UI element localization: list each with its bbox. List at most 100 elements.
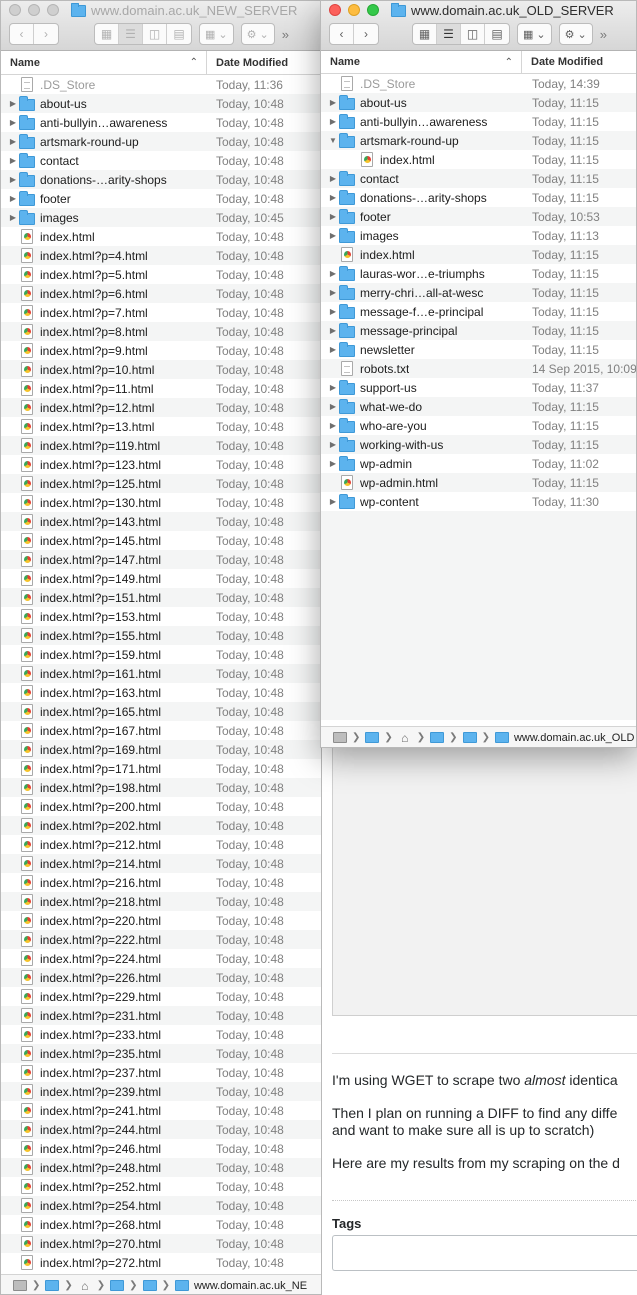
disclosure-collapsed-icon[interactable]: ▶ xyxy=(328,345,338,354)
cover-flow-button[interactable]: ▤ xyxy=(167,24,191,44)
file-row[interactable]: index.html?p=233.html Today, 10:48 xyxy=(1,1025,321,1044)
disclosure-collapsed-icon[interactable]: ▶ xyxy=(8,156,18,165)
file-row[interactable]: index.html?p=153.html Today, 10:48 xyxy=(1,607,321,626)
file-row[interactable]: index.html?p=270.html Today, 10:48 xyxy=(1,1234,321,1253)
folder-row[interactable]: ▶ about-us Today, 11:15 xyxy=(321,93,636,112)
date-column-header[interactable]: Date Modified xyxy=(207,51,288,74)
home-icon[interactable]: ⌂ xyxy=(78,1279,92,1293)
file-row[interactable]: index.html?p=216.html Today, 10:48 xyxy=(1,873,321,892)
minimize-button[interactable] xyxy=(348,4,360,16)
disclosure-collapsed-icon[interactable]: ▶ xyxy=(8,137,18,146)
folder-row[interactable]: ▶ support-us Today, 11:37 xyxy=(321,378,636,397)
file-row[interactable]: index.html?p=130.html Today, 10:48 xyxy=(1,493,321,512)
list-view-button[interactable]: ☰ xyxy=(119,24,143,44)
file-row[interactable]: index.html Today, 11:15 xyxy=(321,150,636,169)
disclosure-collapsed-icon[interactable]: ▶ xyxy=(8,194,18,203)
folder-icon[interactable] xyxy=(174,1280,189,1291)
file-row[interactable]: index.html?p=147.html Today, 10:48 xyxy=(1,550,321,569)
file-row[interactable]: index.html?p=200.html Today, 10:48 xyxy=(1,797,321,816)
folder-row[interactable]: ▶ artsmark-round-up Today, 10:48 xyxy=(1,132,321,151)
window-titlebar[interactable]: www.domain.ac.uk_OLD_SERVER ‹ › ▦ ☰ ◫ ▤ … xyxy=(321,1,636,51)
file-row[interactable]: index.html?p=224.html Today, 10:48 xyxy=(1,949,321,968)
close-button[interactable] xyxy=(9,4,21,16)
path-bar-current[interactable]: www.domain.ac.uk_OLD xyxy=(514,732,634,744)
file-row[interactable]: index.html?p=235.html Today, 10:48 xyxy=(1,1044,321,1063)
file-row[interactable]: index.html?p=155.html Today, 10:48 xyxy=(1,626,321,645)
file-row[interactable]: index.html?p=145.html Today, 10:48 xyxy=(1,531,321,550)
folder-icon[interactable] xyxy=(494,732,509,743)
folder-row[interactable]: ▶ anti-bullyin…awareness Today, 10:48 xyxy=(1,113,321,132)
file-row[interactable]: index.html?p=6.html Today, 10:48 xyxy=(1,284,321,303)
folder-row[interactable]: ▶ lauras-wor…e-triumphs Today, 11:15 xyxy=(321,264,636,283)
folder-row[interactable]: ▶ wp-admin Today, 11:02 xyxy=(321,454,636,473)
folder-row[interactable]: ▶ contact Today, 10:48 xyxy=(1,151,321,170)
folder-row[interactable]: ▶ wp-content Today, 11:30 xyxy=(321,492,636,511)
file-row[interactable]: index.html?p=252.html Today, 10:48 xyxy=(1,1177,321,1196)
user-folder-icon[interactable] xyxy=(45,1280,60,1291)
folder-icon[interactable] xyxy=(142,1280,157,1291)
file-row[interactable]: index.html?p=161.html Today, 10:48 xyxy=(1,664,321,683)
file-row[interactable]: index.html?p=272.html Today, 10:48 xyxy=(1,1253,321,1272)
forward-button[interactable]: › xyxy=(34,24,58,44)
file-row[interactable]: index.html?p=125.html Today, 10:48 xyxy=(1,474,321,493)
file-row[interactable]: index.html?p=171.html Today, 10:48 xyxy=(1,759,321,778)
action-button[interactable]: ⚙ ⌄ xyxy=(240,23,275,45)
file-row[interactable]: .DS_Store Today, 11:36 xyxy=(1,75,321,94)
file-row[interactable]: index.html?p=8.html Today, 10:48 xyxy=(1,322,321,341)
file-row[interactable]: index.html Today, 11:15 xyxy=(321,245,636,264)
list-view-button[interactable]: ☰ xyxy=(437,24,461,44)
file-row[interactable]: index.html?p=149.html Today, 10:48 xyxy=(1,569,321,588)
file-row[interactable]: index.html?p=119.html Today, 10:48 xyxy=(1,436,321,455)
double-chevron-right-icon[interactable]: » xyxy=(600,27,607,42)
file-row[interactable]: index.html?p=246.html Today, 10:48 xyxy=(1,1139,321,1158)
file-row[interactable]: index.html?p=11.html Today, 10:48 xyxy=(1,379,321,398)
file-row[interactable]: index.html?p=202.html Today, 10:48 xyxy=(1,816,321,835)
back-button[interactable]: ‹ xyxy=(10,24,34,44)
disclosure-collapsed-icon[interactable]: ▶ xyxy=(328,117,338,126)
action-button[interactable]: ⚙ ⌄ xyxy=(558,23,593,45)
file-row[interactable]: index.html?p=244.html Today, 10:48 xyxy=(1,1120,321,1139)
file-row[interactable]: index.html?p=248.html Today, 10:48 xyxy=(1,1158,321,1177)
date-column-header[interactable]: Date Modified xyxy=(522,51,603,73)
disclosure-collapsed-icon[interactable]: ▶ xyxy=(8,99,18,108)
file-row[interactable]: index.html?p=4.html Today, 10:48 xyxy=(1,246,321,265)
double-chevron-right-icon[interactable]: » xyxy=(282,27,289,42)
file-row[interactable]: index.html?p=7.html Today, 10:48 xyxy=(1,303,321,322)
disclosure-collapsed-icon[interactable]: ▶ xyxy=(328,440,338,449)
folder-row[interactable]: ▶ contact Today, 11:15 xyxy=(321,169,636,188)
disclosure-collapsed-icon[interactable]: ▶ xyxy=(8,175,18,184)
column-view-button[interactable]: ◫ xyxy=(461,24,485,44)
file-row[interactable]: index.html?p=241.html Today, 10:48 xyxy=(1,1101,321,1120)
folder-row[interactable]: ▶ donations-…arity-shops Today, 11:15 xyxy=(321,188,636,207)
disclosure-collapsed-icon[interactable]: ▶ xyxy=(328,326,338,335)
name-column-header[interactable]: Name ⌃ xyxy=(321,51,522,73)
disclosure-collapsed-icon[interactable]: ▶ xyxy=(328,383,338,392)
back-button[interactable]: ‹ xyxy=(330,24,354,44)
file-row[interactable]: index.html?p=13.html Today, 10:48 xyxy=(1,417,321,436)
file-row[interactable]: index.html?p=220.html Today, 10:48 xyxy=(1,911,321,930)
folder-row[interactable]: ▶ what-we-do Today, 11:15 xyxy=(321,397,636,416)
folder-icon[interactable] xyxy=(462,732,477,743)
forward-button[interactable]: › xyxy=(354,24,378,44)
file-row[interactable]: index.html?p=268.html Today, 10:48 xyxy=(1,1215,321,1234)
file-row[interactable]: index.html?p=163.html Today, 10:48 xyxy=(1,683,321,702)
icon-view-button[interactable]: ▦ xyxy=(413,24,437,44)
disclosure-collapsed-icon[interactable]: ▶ xyxy=(8,118,18,127)
file-row[interactable]: index.html?p=212.html Today, 10:48 xyxy=(1,835,321,854)
file-row[interactable]: index.html?p=5.html Today, 10:48 xyxy=(1,265,321,284)
disclosure-collapsed-icon[interactable]: ▶ xyxy=(328,193,338,202)
disclosure-collapsed-icon[interactable]: ▶ xyxy=(328,174,338,183)
folder-row[interactable]: ▶ merry-chri…all-at-wesc Today, 11:15 xyxy=(321,283,636,302)
file-row[interactable]: wp-admin.html Today, 11:15 xyxy=(321,473,636,492)
folder-row[interactable]: ▶ images Today, 11:13 xyxy=(321,226,636,245)
minimize-button[interactable] xyxy=(28,4,40,16)
disclosure-collapsed-icon[interactable]: ▶ xyxy=(328,459,338,468)
folder-row[interactable]: ▶ newsletter Today, 11:15 xyxy=(321,340,636,359)
file-row[interactable]: index.html?p=237.html Today, 10:48 xyxy=(1,1063,321,1082)
file-row[interactable]: index.html?p=222.html Today, 10:48 xyxy=(1,930,321,949)
file-row[interactable]: index.html?p=165.html Today, 10:48 xyxy=(1,702,321,721)
disclosure-expanded-icon[interactable]: ▼ xyxy=(328,136,338,145)
folder-icon[interactable] xyxy=(430,732,445,743)
file-row[interactable]: index.html Today, 10:48 xyxy=(1,227,321,246)
file-row[interactable]: index.html?p=226.html Today, 10:48 xyxy=(1,968,321,987)
